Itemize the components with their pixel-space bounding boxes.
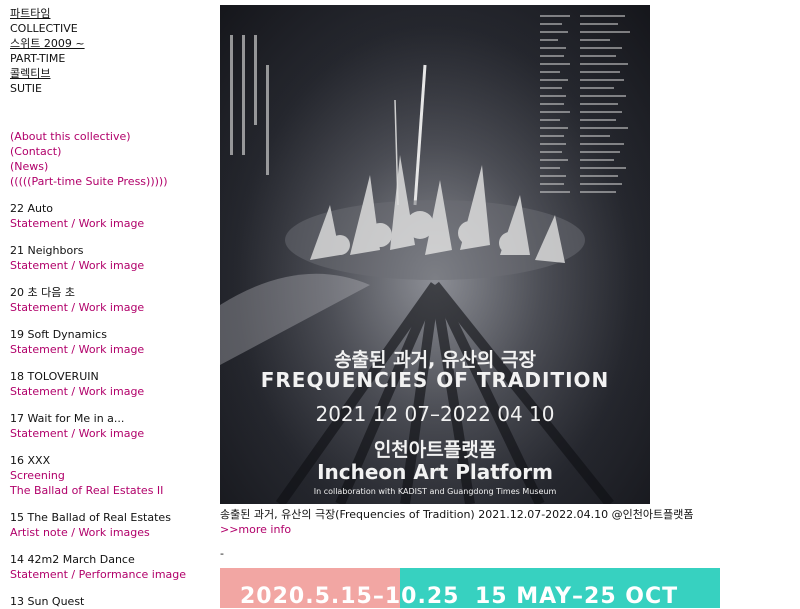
poster2-left-text: 2020.5.15–10.25 bbox=[240, 584, 460, 608]
header-text-parttime: PART-TIME bbox=[10, 52, 66, 65]
work-link[interactable]: Statement / Work image bbox=[10, 384, 210, 399]
work-item: 17 Wait for Me in a... Statement / Work … bbox=[10, 411, 210, 441]
header-text-collective: COLLECTIVE bbox=[10, 22, 78, 35]
work-link[interactable]: Statement / Work image bbox=[10, 342, 210, 357]
poster-caption: 송출된 과거, 유산의 극장(Frequencies of Tradition)… bbox=[220, 507, 780, 537]
collective-header: 파트타임 COLLECTIVE 스위트 2009 ~ PART-TIME 콜렉티… bbox=[10, 6, 210, 96]
work-item: 14 42m2 March Dance Statement / Performa… bbox=[10, 552, 210, 582]
menu-press-link[interactable]: (((((Part-time Suite Press))))) bbox=[10, 174, 210, 189]
work-title: 14 42m2 March Dance bbox=[10, 553, 135, 566]
work-link[interactable]: Statement / Performance image bbox=[10, 567, 210, 582]
work-item: 20 초 다음 초 Statement / Work image bbox=[10, 285, 210, 315]
work-title: 13 Sun Quest bbox=[10, 595, 85, 608]
poster-artwork bbox=[220, 5, 650, 504]
second-poster: 2020.5.15–10.25 15 MAY–25 OCT 2020 bbox=[220, 568, 720, 608]
poster-image-link[interactable]: 송출된 과거, 유산의 극장 FREQUENCIES OF TRADITION … bbox=[220, 5, 780, 504]
poster-collab: In collaboration with KADIST and Guangdo… bbox=[313, 487, 557, 496]
main-content: 송출된 과거, 유산의 극장 FREQUENCIES OF TRADITION … bbox=[220, 5, 780, 608]
work-item: 18 TOLOVERUIN Statement / Work image bbox=[10, 369, 210, 399]
work-title: 17 Wait for Me in a... bbox=[10, 412, 125, 425]
more-info-link[interactable]: >>more info bbox=[220, 523, 291, 536]
poster-venue-en: Incheon Art Platform bbox=[317, 460, 553, 484]
header-link-collective-ko[interactable]: 콜렉티브 bbox=[10, 66, 210, 81]
separator: - bbox=[220, 547, 224, 560]
work-link[interactable]: Statement / Work image bbox=[10, 426, 210, 441]
work-title: 22 Auto bbox=[10, 202, 54, 215]
work-title: 20 초 다음 초 bbox=[10, 286, 75, 299]
menu-about-link[interactable]: (About this collective) bbox=[10, 129, 210, 144]
work-title: 19 Soft Dynamics bbox=[10, 328, 107, 341]
work-item: 16 XXX Screening The Ballad of Real Esta… bbox=[10, 453, 210, 498]
work-link-ballad-ii[interactable]: The Ballad of Real Estates II bbox=[10, 483, 210, 498]
exhibition-poster: 송출된 과거, 유산의 극장 FREQUENCIES OF TRADITION … bbox=[220, 5, 650, 504]
work-item: 13 Sun Quest bbox=[10, 594, 210, 609]
sidebar-menu: (About this collective) (Contact) (News)… bbox=[10, 129, 210, 189]
work-title: 18 TOLOVERUIN bbox=[10, 370, 99, 383]
work-title: 16 XXX bbox=[10, 454, 51, 467]
work-item: 22 Auto Statement / Work image bbox=[10, 201, 210, 231]
caption-text: 송출된 과거, 유산의 극장(Frequencies of Tradition)… bbox=[220, 508, 694, 521]
work-title: 21 Neighbors bbox=[10, 244, 84, 257]
work-link[interactable]: Statement / Work image bbox=[10, 216, 210, 231]
poster-dates: 2021 12 07–2022 04 10 bbox=[315, 402, 555, 426]
work-link[interactable]: Statement / Work image bbox=[10, 258, 210, 273]
work-link[interactable]: Artist note / Work images bbox=[10, 525, 210, 540]
poster-venue-ko: 인천아트플랫폼 bbox=[373, 439, 497, 461]
header-link-suite-ko[interactable]: 스위트 2009 ~ bbox=[10, 36, 210, 51]
poster2-right-text: 15 MAY–25 OCT 2020 bbox=[475, 584, 679, 608]
header-link-parttime-ko[interactable]: 파트타임 bbox=[10, 6, 210, 21]
poster2-image-link[interactable]: 2020.5.15–10.25 15 MAY–25 OCT 2020 bbox=[220, 568, 780, 608]
work-title: 15 The Ballad of Real Estates bbox=[10, 511, 171, 524]
work-item: 15 The Ballad of Real Estates Artist not… bbox=[10, 510, 210, 540]
menu-contact-link[interactable]: (Contact) bbox=[10, 144, 210, 159]
poster-title-en: FREQUENCIES OF TRADITION bbox=[260, 368, 610, 392]
works-list: 22 Auto Statement / Work image 21 Neighb… bbox=[10, 201, 210, 609]
work-link-screening[interactable]: Screening bbox=[10, 468, 210, 483]
work-item: 21 Neighbors Statement / Work image bbox=[10, 243, 210, 273]
menu-news-link[interactable]: (News) bbox=[10, 159, 210, 174]
header-text-suite: SUTIE bbox=[10, 82, 42, 95]
work-link[interactable]: Statement / Work image bbox=[10, 300, 210, 315]
sidebar: 파트타임 COLLECTIVE 스위트 2009 ~ PART-TIME 콜렉티… bbox=[10, 6, 210, 609]
work-item: 19 Soft Dynamics Statement / Work image bbox=[10, 327, 210, 357]
